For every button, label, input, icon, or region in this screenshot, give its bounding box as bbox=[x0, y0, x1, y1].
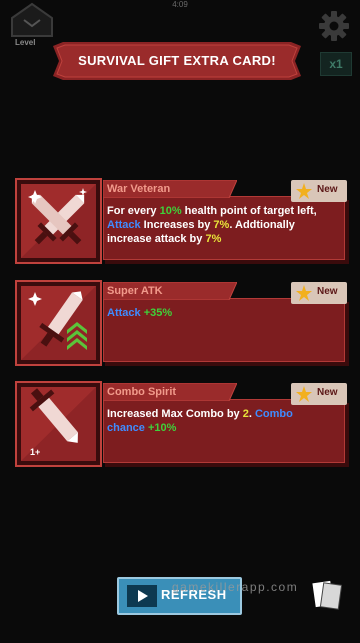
description-segment: Increased Max Combo by bbox=[107, 408, 243, 420]
card-icon-frame: 1+ bbox=[15, 381, 102, 467]
new-badge-label: New bbox=[317, 387, 338, 398]
description-segment: +10% bbox=[147, 422, 177, 434]
card-name: Combo Spirit bbox=[107, 386, 177, 398]
new-badge: New bbox=[291, 383, 347, 405]
card-combo-spirit[interactable]: 1+ Combo Spirit New Increased Max Combo … bbox=[15, 381, 349, 467]
card-super-atk[interactable]: Super ATK New Attack +35% bbox=[15, 280, 349, 366]
play-icon bbox=[127, 585, 157, 607]
watermark-logo-icon bbox=[312, 580, 342, 610]
card-description: Attack +35% bbox=[107, 306, 332, 320]
new-badge-label: New bbox=[317, 286, 338, 297]
description-segment: 7% bbox=[205, 233, 222, 245]
combo-count-text: 1+ bbox=[30, 447, 40, 457]
description-segment: health point of target left, bbox=[181, 205, 317, 217]
description-segment: Attack bbox=[107, 219, 141, 231]
card-name: War Veteran bbox=[107, 183, 171, 195]
gear-icon[interactable] bbox=[318, 10, 350, 42]
star-icon bbox=[296, 183, 312, 199]
combo-sword-icon: 1+ bbox=[21, 387, 96, 461]
crossed-swords-icon bbox=[21, 184, 96, 258]
description-segment: Increases by bbox=[140, 219, 214, 231]
description-segment: For every bbox=[107, 205, 160, 217]
new-badge-label: New bbox=[317, 184, 338, 195]
card-name: Super ATK bbox=[107, 285, 163, 297]
star-icon bbox=[296, 285, 312, 301]
title-text: SURVIVAL GIFT EXTRA CARD! bbox=[78, 53, 276, 68]
new-badge: New bbox=[291, 282, 347, 304]
description-segment: 10% bbox=[159, 205, 182, 217]
sword-upgrade-icon bbox=[21, 286, 96, 360]
watermark-text: gamekillerapp.com bbox=[172, 580, 299, 594]
description-segment: 7% bbox=[213, 219, 230, 231]
card-icon-frame bbox=[15, 280, 102, 366]
star-icon bbox=[296, 386, 312, 402]
level-label: Level bbox=[15, 38, 36, 47]
card-war-veteran[interactable]: War Veteran New For every 10% health poi… bbox=[15, 178, 349, 264]
card-icon-frame bbox=[15, 178, 102, 264]
card-description: For every 10% health point of target lef… bbox=[107, 204, 332, 246]
description-segment: +35% bbox=[143, 307, 173, 319]
speed-multiplier-button[interactable]: x1 bbox=[320, 52, 352, 76]
new-badge: New bbox=[291, 180, 347, 202]
card-description: Increased Max Combo by 2. Combo chance +… bbox=[107, 407, 332, 435]
description-segment: Attack bbox=[107, 307, 141, 319]
